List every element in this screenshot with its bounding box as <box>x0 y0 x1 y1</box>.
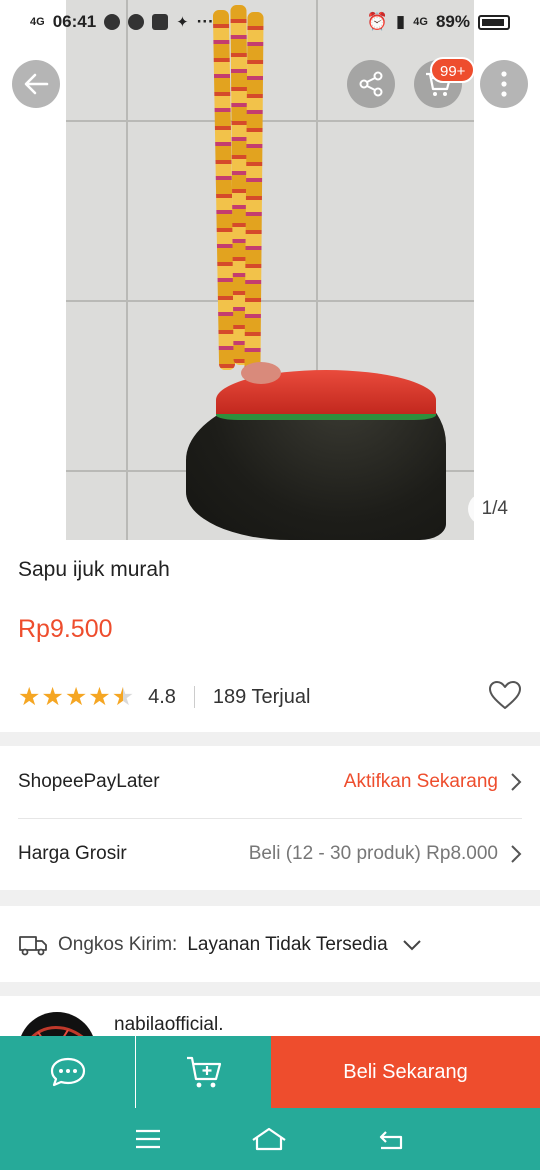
product-price: Rp9.500 <box>18 615 113 643</box>
network-indicator: 4G <box>30 16 45 28</box>
section-gap <box>0 732 540 746</box>
chat-button[interactable] <box>0 1036 135 1108</box>
telegram-icon <box>128 14 145 30</box>
broom-handle <box>244 11 264 373</box>
chevron-right-icon <box>511 845 522 863</box>
back-button[interactable] <box>12 60 60 108</box>
broom-tie <box>241 362 281 384</box>
wholesale-label: Harga Grosir <box>18 843 127 864</box>
home-icon[interactable] <box>251 1126 287 1152</box>
chevron-right-icon <box>511 773 522 791</box>
paylater-row[interactable]: ShopeePayLater Aktifkan Sekarang <box>0 746 540 818</box>
back-arrow-icon <box>24 73 49 95</box>
share-button[interactable] <box>347 60 395 108</box>
add-to-cart-icon <box>186 1056 221 1088</box>
star-icon: ★ <box>41 682 64 711</box>
more-vertical-icon <box>501 71 507 97</box>
section-gap <box>0 982 540 996</box>
vibrate-icon: ▮ <box>395 12 406 31</box>
product-photo[interactable] <box>66 0 474 540</box>
menu-icon[interactable] <box>134 1128 162 1150</box>
shipping-label: Ongkos Kirim: <box>58 934 178 955</box>
wholesale-value: Beli (12 - 30 produk) Rp8.000 <box>248 843 498 864</box>
twitter-icon: ✦ <box>176 14 189 31</box>
buy-now-button[interactable]: Beli Sekarang <box>271 1036 540 1108</box>
battery-icon <box>478 14 510 30</box>
instagram-icon <box>152 14 169 30</box>
shipping-value: Layanan Tidak Tersedia <box>187 934 388 955</box>
rating-stars: ★ ★ ★ ★ ★ <box>18 682 135 711</box>
section-gap <box>0 890 540 906</box>
more-notifications: ··· <box>196 12 214 31</box>
star-icon: ★ <box>64 682 88 711</box>
half-star-icon: ★ <box>111 682 135 711</box>
wholesale-row[interactable]: Harga Grosir Beli (12 - 30 produk) Rp8.0… <box>0 819 540 889</box>
heart-icon <box>489 680 521 709</box>
floor-tile-line <box>126 0 128 540</box>
rating-value: 4.8 <box>148 685 176 708</box>
bottom-action-bar: Beli Sekarang <box>0 1036 540 1108</box>
more-options-button[interactable] <box>480 60 528 108</box>
divider <box>193 686 195 708</box>
favorite-button[interactable] <box>488 680 522 715</box>
status-time: 06:41 <box>52 12 97 31</box>
status-bar: 4G 06:41 ✦ ··· ⏰ ▮ 4G 89% <box>0 0 540 44</box>
network-indicator-right: 4G <box>413 16 428 28</box>
paylater-action[interactable]: Aktifkan Sekarang <box>344 771 498 793</box>
star-icon: ★ <box>88 682 111 711</box>
product-title: Sapu ijuk murah <box>18 558 170 581</box>
cart-count-badge: 99+ <box>430 57 476 83</box>
chevron-down-icon[interactable] <box>402 939 422 951</box>
chat-icon <box>50 1057 85 1087</box>
back-nav-icon[interactable] <box>376 1127 406 1151</box>
truck-icon <box>19 936 47 956</box>
rating-row: ★ ★ ★ ★ ★ 4.8 189 Terjual <box>18 680 522 714</box>
shipping-row[interactable]: Ongkos Kirim: Layanan Tidak Tersedia <box>18 928 422 962</box>
alarm-icon: ⏰ <box>366 12 388 31</box>
share-icon <box>359 71 383 97</box>
shop-name[interactable]: nabilaofficial. <box>114 1014 224 1036</box>
whatsapp-icon <box>104 14 121 30</box>
paylater-label: ShopeePayLater <box>18 771 160 792</box>
system-navigation-bar <box>0 1108 540 1170</box>
battery-percent: 89% <box>435 12 470 31</box>
shop-section[interactable]: nabilaofficial. <box>0 996 540 1090</box>
image-counter: 1/4 <box>467 493 522 525</box>
sold-count: 189 Terjual <box>212 685 311 708</box>
add-to-cart-button[interactable] <box>136 1036 271 1108</box>
star-icon: ★ <box>18 682 41 711</box>
